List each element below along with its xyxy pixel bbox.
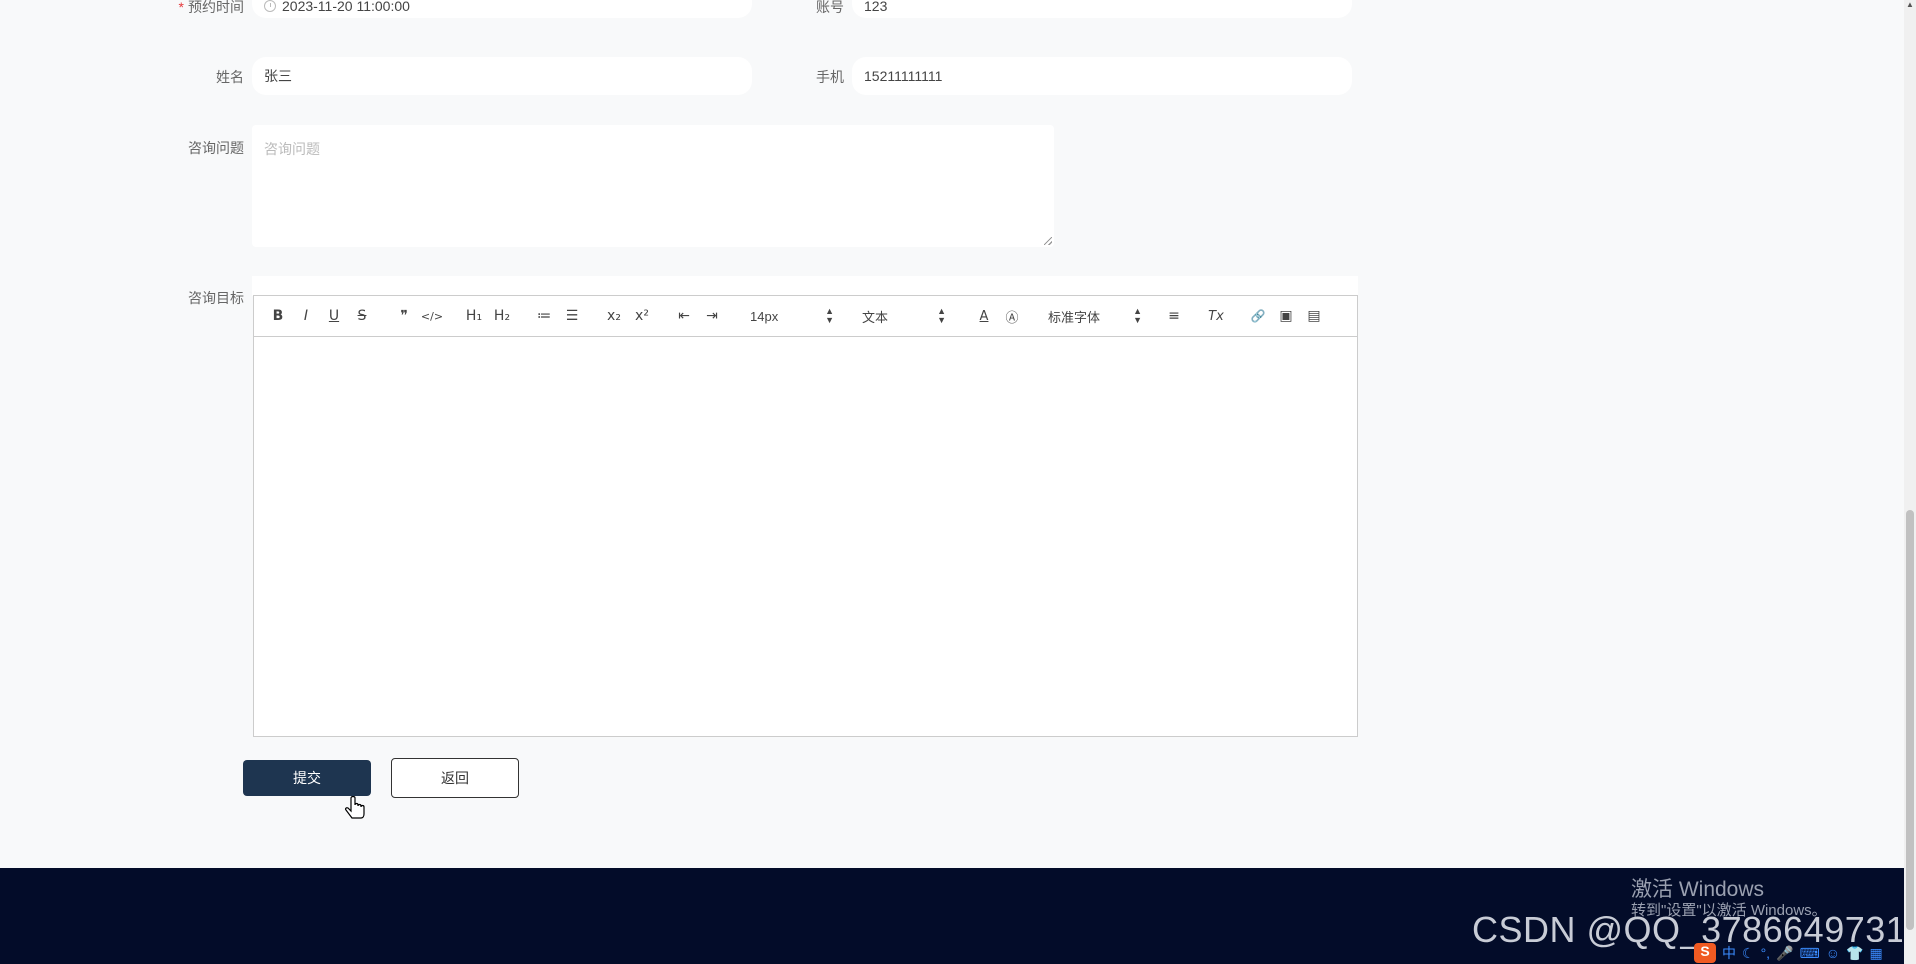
link-icon[interactable]: 🔗 [1244, 309, 1272, 323]
picker-arrows-icon: ▲ ▼ [937, 306, 946, 325]
italic-icon[interactable]: I [292, 308, 320, 324]
required-mark: * [178, 0, 184, 15]
align-icon[interactable]: ≡ [1160, 308, 1188, 324]
code-icon[interactable]: </> [418, 310, 446, 323]
scroll-up-icon[interactable]: ▲ [1904, 0, 1916, 12]
person-icon[interactable]: ☺ [1826, 945, 1840, 961]
indent-increase-icon[interactable]: ⇥ [698, 308, 726, 324]
h1-icon[interactable]: H₁ [460, 308, 488, 324]
image-icon[interactable]: ▣ [1272, 308, 1300, 324]
video-icon[interactable]: ▤ [1300, 308, 1328, 324]
scrollbar-thumb[interactable] [1906, 510, 1914, 930]
clock-icon [264, 0, 276, 12]
ordered-list-icon[interactable]: ≔ [530, 308, 558, 324]
indent-decrease-icon[interactable]: ⇤ [670, 308, 698, 324]
appointment-time-label: * 预约时间 [178, 0, 244, 15]
grid-icon[interactable]: ▦ [1869, 945, 1882, 962]
font-size-picker[interactable]: 14px ▲ ▼ [750, 307, 834, 325]
mic-icon[interactable]: 🎤 [1776, 945, 1793, 962]
question-placeholder: 咨询问题 [264, 141, 320, 157]
header-picker[interactable]: 文本 ▲ ▼ [862, 307, 946, 326]
bullet-list-icon[interactable]: ☰ [558, 308, 586, 324]
subscript-icon[interactable]: x₂ [600, 308, 628, 324]
clean-format-icon[interactable]: Tx [1202, 309, 1230, 324]
punctuation-icon[interactable]: °, [1761, 945, 1771, 961]
hand-cursor-icon [345, 796, 365, 819]
question-label: 咨询问题 [188, 140, 244, 156]
font-family-picker[interactable]: 标准字体 ▲ ▼ [1048, 307, 1142, 326]
picker-arrows-icon: ▲ ▼ [825, 306, 834, 325]
resize-handle[interactable] [1044, 237, 1052, 245]
account-input[interactable]: 123 [852, 0, 1352, 18]
underline-icon[interactable]: U [320, 308, 348, 324]
bold-icon[interactable]: B [264, 308, 292, 324]
keyboard-icon[interactable]: ⌨ [1800, 945, 1820, 962]
background-color-icon[interactable]: Ⓐ [998, 307, 1026, 326]
question-textarea[interactable]: 咨询问题 [252, 125, 1054, 247]
goal-label: 咨询目标 [188, 290, 244, 306]
shirt-icon[interactable]: 👕 [1846, 945, 1863, 962]
moon-icon[interactable]: ☾ [1742, 945, 1755, 962]
strike-icon[interactable]: S [348, 308, 376, 324]
superscript-icon[interactable]: x² [628, 308, 656, 324]
quote-icon[interactable]: ❞ [390, 308, 418, 324]
back-button[interactable]: 返回 [391, 758, 519, 798]
appointment-time-input[interactable]: 2023-11-20 11:00:00 [252, 0, 752, 18]
h2-icon[interactable]: H₂ [488, 308, 516, 324]
submit-button[interactable]: 提交 [243, 760, 371, 796]
phone-input[interactable]: 15211111111 [852, 57, 1352, 95]
system-tray: S 中 ☾ °, 🎤 ⌨ ☺ 👕 ▦ [1694, 942, 1904, 964]
editor-content-area[interactable] [253, 337, 1358, 737]
account-label: 账号 [816, 0, 844, 15]
font-color-icon[interactable]: A [970, 309, 998, 324]
name-label: 姓名 [216, 69, 244, 85]
picker-arrows-icon: ▲ ▼ [1133, 306, 1142, 325]
name-input[interactable]: 张三 [252, 57, 752, 95]
phone-label: 手机 [816, 69, 844, 85]
editor-toolbar: B I U S ❞ </> H₁ H₂ ≔ ☰ x₂ x² ⇤ ⇥ 14px ▲… [253, 295, 1358, 337]
ime-indicator[interactable]: 中 [1722, 943, 1736, 963]
editor-top-strip [252, 276, 1358, 296]
sogou-icon[interactable]: S [1694, 943, 1716, 963]
